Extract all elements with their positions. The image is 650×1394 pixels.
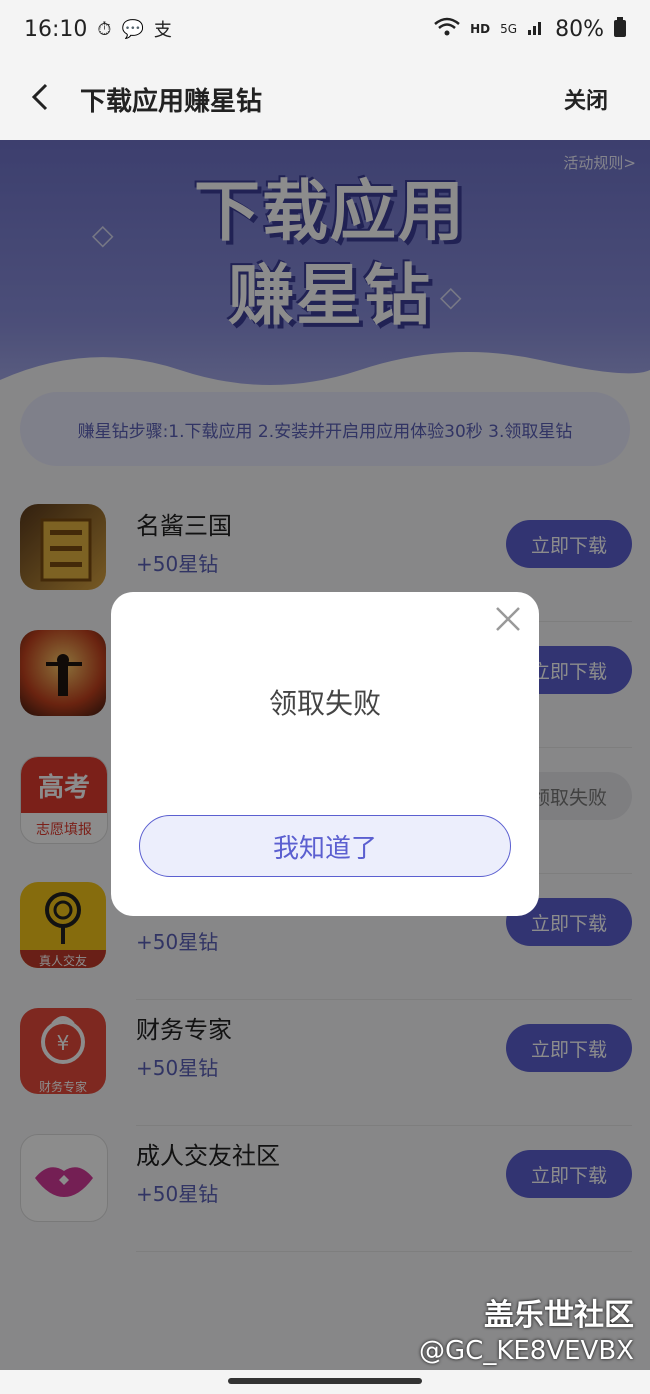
wifi-icon <box>434 17 460 42</box>
signal-icon <box>527 18 545 41</box>
home-indicator[interactable] <box>228 1378 422 1384</box>
dialog-close-button[interactable] <box>491 602 525 636</box>
close-button[interactable]: 关闭 <box>564 83 650 115</box>
page-title: 下载应用赚星钻 <box>80 86 263 117</box>
result-dialog: 领取失败 我知道了 <box>111 592 539 916</box>
watermark-title: 盖乐世社区 <box>484 1298 634 1333</box>
nav-bar: 下载应用赚星钻 关闭 <box>0 58 650 140</box>
hd-indicator: HD <box>470 22 491 36</box>
status-bar: 16:10 ⏱ 💬 支 HD 5G 80% <box>0 0 650 58</box>
timer-icon: ⏱ <box>97 18 112 40</box>
battery-icon <box>614 16 626 42</box>
dialog-message: 领取失败 <box>268 687 381 720</box>
message-icon: 💬 <box>121 18 144 40</box>
clock: 16:10 <box>24 16 88 42</box>
chevron-left-icon <box>31 83 48 111</box>
alipay-icon: 支 <box>153 20 172 41</box>
confirm-button[interactable]: 我知道了 <box>139 815 511 877</box>
back-button[interactable] <box>0 76 80 122</box>
battery-percent: 80% <box>555 16 604 42</box>
close-icon <box>496 607 520 631</box>
watermark-handle: @GC_KE8VEVBX <box>419 1336 634 1366</box>
network-indicator: 5G <box>500 22 518 36</box>
